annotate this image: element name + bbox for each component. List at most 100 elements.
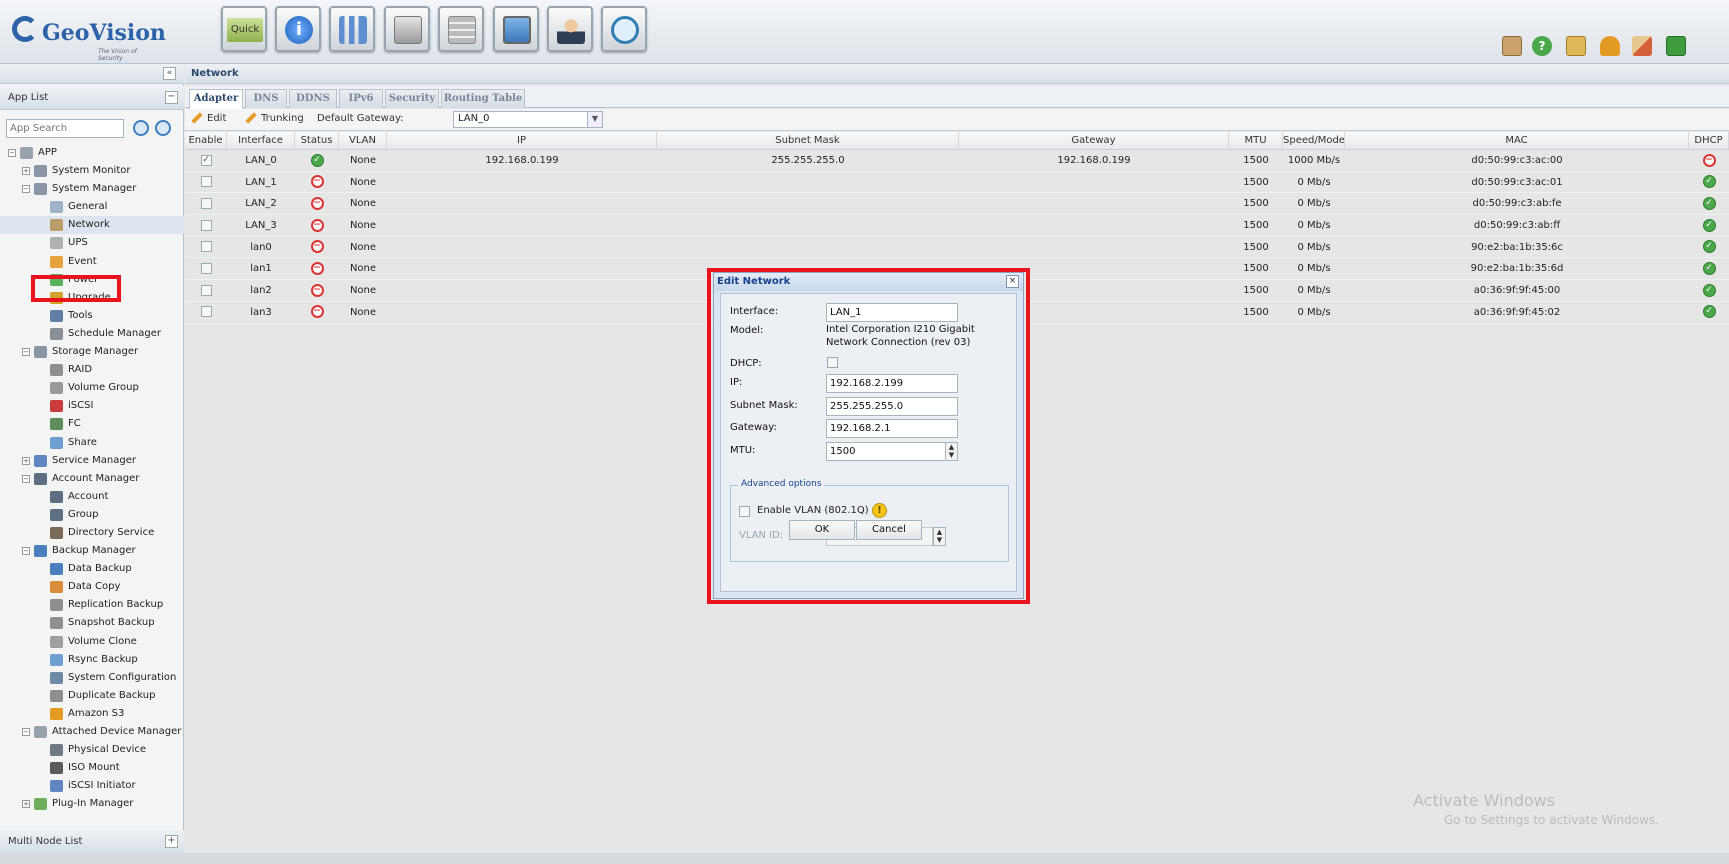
search-app-icon[interactable] [133, 120, 149, 136]
edit-button[interactable]: Edit [191, 112, 226, 124]
tab-dns[interactable]: DNS [245, 89, 287, 108]
multi-node-expand-button[interactable]: + [165, 835, 178, 848]
sidebar-item-account[interactable]: Account [0, 488, 184, 506]
sidebar-item-storage-manager[interactable]: − Storage Manager [0, 343, 184, 361]
collapse-icon[interactable]: − [8, 149, 16, 157]
tab-adapter[interactable]: Adapter [189, 89, 243, 109]
app-list-minimize-button[interactable]: − [165, 91, 178, 104]
collapse-icon[interactable]: − [22, 474, 30, 483]
disk-app-button[interactable] [384, 6, 430, 52]
warning-icon[interactable]: ! [872, 503, 887, 518]
column-header-vlan[interactable]: VLAN [339, 132, 387, 149]
info-app-button[interactable]: i [275, 6, 321, 52]
app-search-input[interactable] [6, 119, 124, 138]
table-row[interactable]: LAN_2 − None 1500 0 Mb/s d0:50:99:c3:ab:fe ✓ [185, 193, 1729, 216]
sidebar-item-share[interactable]: Share [0, 434, 184, 452]
sidebar-item-tools[interactable]: Tools [0, 307, 184, 325]
expand-icon[interactable]: + [22, 456, 30, 465]
sidebar-item-duplicate-backup[interactable]: Duplicate Backup [0, 687, 184, 705]
sidebar-item-attached-device-manager[interactable]: − Attached Device Manager [0, 723, 184, 741]
monitor-app-button[interactable] [493, 6, 539, 52]
mtu-field[interactable] [826, 442, 946, 461]
sidebar-item-replication-backup[interactable]: Replication Backup [0, 596, 184, 614]
folder-icon[interactable] [1566, 36, 1586, 56]
sidebar-item-iso-mount[interactable]: ISO Mount [0, 759, 184, 777]
collapse-icon[interactable]: − [22, 728, 30, 736]
mtu-stepper[interactable]: ▲ ▼ [945, 442, 958, 461]
enable-checkbox[interactable] [200, 197, 212, 209]
sidebar-item-plug-in-manager[interactable]: + Plug-In Manager [0, 795, 184, 813]
column-header-gateway[interactable]: Gateway [959, 132, 1229, 149]
sidebar-item-backup-manager[interactable]: − Backup Manager [0, 542, 184, 560]
sidebar-item-system-configuration[interactable]: System Configuration [0, 669, 184, 687]
column-header-mac[interactable]: MAC [1345, 132, 1689, 149]
sidebar-item-physical-device[interactable]: Physical Device [0, 741, 184, 759]
sidebar-item-volume-group[interactable]: Volume Group [0, 379, 184, 397]
sidebar-item-amazon-s3[interactable]: Amazon S3 [0, 705, 184, 723]
tab-ipv6[interactable]: IPv6 [339, 89, 383, 108]
enable-checkbox[interactable]: ✓ [200, 154, 212, 166]
column-header-interface[interactable]: Interface [227, 132, 295, 149]
help-icon[interactable]: ? [1532, 36, 1552, 56]
sidebar-item-data-copy[interactable]: Data Copy [0, 578, 184, 596]
sidebar-item-system-manager[interactable]: − System Manager [0, 180, 184, 198]
enable-checkbox[interactable] [200, 262, 212, 274]
sidebar-item-iscsi[interactable]: iSCSI [0, 397, 184, 415]
column-header-dhcp[interactable]: DHCP [1689, 132, 1729, 149]
collapse-icon[interactable]: − [22, 348, 30, 357]
enable-checkbox[interactable] [200, 284, 212, 296]
tab-routing-table[interactable]: Routing Table [441, 89, 525, 108]
dhcp-checkbox[interactable] [827, 357, 838, 368]
sidebar-item-account-manager[interactable]: − Account Manager [0, 470, 184, 488]
trunking-button[interactable]: Trunking [245, 112, 304, 124]
table-row[interactable]: lan0 − None 1500 0 Mb/s 90:e2:ba:1b:35:6c ✓ [185, 237, 1729, 259]
column-header-enable[interactable]: Enable [185, 132, 227, 149]
tab-ddns[interactable]: DDNS [289, 89, 337, 108]
cancel-button[interactable]: Cancel [856, 520, 922, 540]
logout-icon[interactable] [1666, 36, 1686, 56]
tab-security[interactable]: Security [385, 89, 439, 108]
close-icon[interactable]: × [1006, 275, 1019, 288]
sidebar-item-service-manager[interactable]: + Service Manager [0, 452, 184, 470]
sidebar-item-raid[interactable]: RAID [0, 361, 184, 379]
sidebar-item-rsync-backup[interactable]: Rsync Backup [0, 651, 184, 669]
collapse-icon[interactable]: − [22, 547, 30, 556]
chart-app-button[interactable] [329, 6, 375, 52]
sidebar-item-fc[interactable]: FC [0, 415, 184, 433]
enable-checkbox[interactable] [200, 176, 212, 188]
enable-checkbox[interactable] [200, 219, 212, 231]
storage-app-button[interactable] [438, 6, 484, 52]
collapse-icon[interactable]: − [22, 185, 30, 194]
column-header-ip[interactable]: IP [387, 132, 657, 149]
sidebar-item-schedule-manager[interactable]: Schedule Manager [0, 325, 184, 343]
enable-checkbox[interactable] [200, 306, 212, 318]
sidebar-item-ups[interactable]: UPS [0, 234, 184, 252]
column-header-subnet-mask[interactable]: Subnet Mask [657, 132, 959, 149]
sidebar-item-group[interactable]: Group [0, 506, 184, 524]
sidebar-item-snapshot-backup[interactable]: Snapshot Backup [0, 614, 184, 632]
sidebar-item-app[interactable]: − APP [0, 144, 184, 162]
table-row[interactable]: LAN_1 − None 1500 0 Mb/s d0:50:99:c3:ac:01 ✓ [185, 172, 1729, 194]
home-icon[interactable] [1632, 36, 1652, 56]
interface-field[interactable] [826, 303, 958, 322]
table-row[interactable]: ✓ LAN_0 ✓ None 192.168.0.199 255.255.255.0 192… [185, 150, 1729, 172]
vlan-id-stepper[interactable]: ▲ ▼ [933, 527, 946, 546]
picture-icon[interactable] [1502, 36, 1522, 56]
clear-search-icon[interactable] [155, 120, 171, 136]
column-header-mtu[interactable]: MTU [1229, 132, 1283, 149]
bell-icon[interactable] [1600, 36, 1620, 56]
default-gateway-select[interactable]: LAN_0 ▼ [453, 111, 603, 128]
column-header-speed-mode[interactable]: Speed/Mode [1283, 132, 1345, 149]
column-header-status[interactable]: Status [295, 132, 339, 149]
backup-app-button[interactable] [601, 6, 647, 52]
collapse-sidebar-button[interactable]: « [163, 67, 176, 80]
sidebar-item-iscsi-initiator[interactable]: iSCSI Initiator [0, 777, 184, 795]
sidebar-item-event[interactable]: Event [0, 253, 184, 271]
sidebar-item-data-backup[interactable]: Data Backup [0, 560, 184, 578]
enable-vlan-checkbox[interactable] [739, 506, 750, 517]
expand-icon[interactable]: + [22, 167, 30, 176]
sidebar-item-volume-clone[interactable]: Volume Clone [0, 633, 184, 651]
enable-checkbox[interactable] [200, 241, 212, 253]
user-app-button[interactable] [547, 6, 593, 52]
table-row[interactable]: LAN_3 − None 1500 0 Mb/s d0:50:99:c3:ab:ff ✓ [185, 215, 1729, 237]
